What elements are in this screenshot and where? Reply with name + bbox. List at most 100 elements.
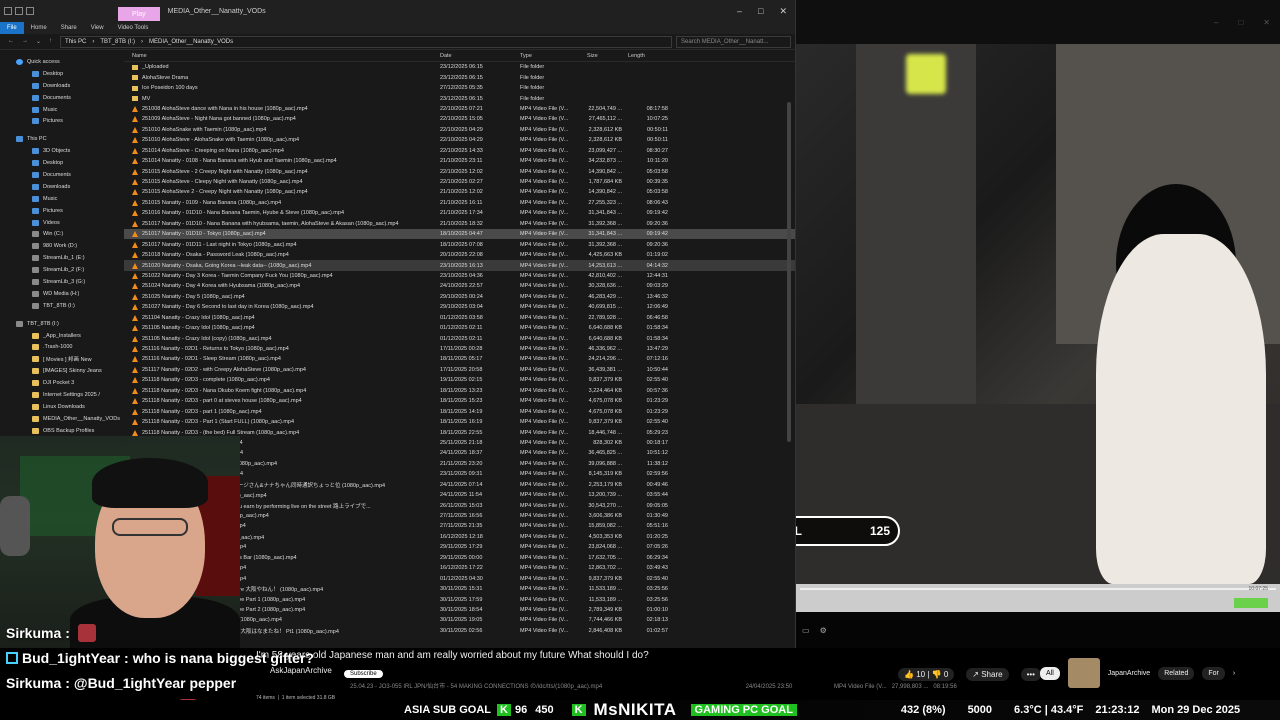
file-row[interactable]: 251116 Nanatty - 02D1 - Returns to Tokyo… [124, 344, 795, 354]
file-row[interactable]: 251017 Nanatty - 01D10 - Tokyo (1080p_aa… [124, 229, 795, 240]
nav-item[interactable]: Documents [0, 169, 124, 181]
file-row[interactable]: 251105 Nanatty - Crazy Idol (1080p_aac).… [124, 323, 795, 333]
file-row[interactable]: 251118 Nanatty - 02D3 - complete (1080p_… [124, 375, 795, 385]
chat-username[interactable]: Bud_1ightYear [22, 650, 120, 666]
breadcrumb-item[interactable]: This PC [65, 39, 86, 45]
nav-item[interactable]: Documents [0, 92, 124, 104]
nav-item[interactable]: Pictures [0, 205, 124, 217]
file-row[interactable]: 251025 Nanatty - Day 5 (1080p_aac).mp4 29… [124, 292, 795, 302]
nav-item[interactable]: .Trash-1000 [0, 341, 124, 353]
file-row[interactable]: 251015 Nanatty - 0109 - Nana Banana (108… [124, 198, 795, 208]
close-icon[interactable]: ✕ [1263, 18, 1270, 27]
nav-item[interactable]: StreamLib_2 (F:) [0, 264, 124, 276]
ribbon-tab-file[interactable]: File [0, 22, 24, 34]
maximize-icon[interactable]: □ [1238, 18, 1243, 27]
channel-thumbnail[interactable] [1067, 658, 1100, 688]
column-name[interactable]: Name [124, 53, 440, 59]
nav-item[interactable]: DJI Pocket 3 [0, 377, 124, 389]
chip-channel[interactable]: JapanArchive [1108, 670, 1150, 677]
forward-arrow-icon[interactable]: → [22, 38, 28, 45]
file-row[interactable]: 251118 Nanatty - 02D3 - Nana Okubo Koem … [124, 386, 795, 396]
file-row[interactable]: 251020 Nanatty - Osaka, Going Korea --le… [124, 260, 795, 271]
file-row[interactable]: 251014 AlohaSteve - Creeping on Nana (10… [124, 146, 795, 156]
nav-item[interactable]: Desktop [0, 157, 124, 169]
ribbon-tab-home[interactable]: Home [24, 22, 54, 34]
nav-item[interactable]: Downloads [0, 80, 124, 92]
nav-item[interactable]: 980 Work (D:) [0, 240, 124, 252]
nav-item[interactable]: [ Movies ] 邦画 New [0, 353, 124, 365]
settings-gear-icon[interactable]: ⚙ [820, 626, 827, 635]
chip-related[interactable]: Related [1158, 666, 1195, 680]
file-row[interactable]: 251010 AlohaSnake with Taemin (1080p_aac… [124, 125, 795, 135]
breadcrumb-item[interactable]: TBT_8TB (I:) [100, 39, 135, 45]
maximize-icon[interactable]: □ [758, 6, 763, 17]
folder-row[interactable]: MV 23/12/2025 06:15 File folder [124, 93, 795, 103]
vertical-scrollbar[interactable] [787, 102, 791, 442]
column-type[interactable]: Type [520, 53, 585, 59]
nav-item[interactable]: TBT_8TB (I:) [0, 318, 124, 330]
file-row[interactable]: 251118 Nanatty - 02D3 - Part 1 (Start FU… [124, 417, 795, 427]
file-row[interactable]: 251015 AlohaSteve - Cleepy Night with Na… [124, 177, 795, 187]
ribbon-tab-video-tools[interactable]: Video Tools [111, 22, 156, 34]
file-row[interactable]: 251017 Nanatty - 01D10 - Nana Banana wit… [124, 219, 795, 229]
folder-row[interactable]: _Uploaded 23/12/2025 06:15 File folder [124, 62, 795, 72]
breadcrumb[interactable]: This PC › TBT_8TB (I:) › MEDIA_Other__Na… [60, 35, 673, 48]
more-button[interactable]: ••• [1020, 668, 1041, 681]
nav-item[interactable]: Pictures [0, 115, 124, 127]
seek-bar[interactable] [796, 584, 1280, 612]
like-button[interactable]: 👍 10 | 👎 0 [898, 668, 955, 681]
nav-item[interactable]: Music [0, 193, 124, 205]
back-arrow-icon[interactable]: ← [8, 38, 14, 45]
file-row[interactable]: 251105 Nanatty - Crazy Idol (copy) (1080… [124, 333, 795, 343]
new-folder-icon[interactable] [26, 7, 34, 15]
chat-username[interactable]: Sirkuma [6, 675, 61, 691]
minimize-icon[interactable]: – [737, 6, 742, 17]
nav-item[interactable]: WD Media (H:) [0, 288, 124, 300]
ribbon-tab-share[interactable]: Share [54, 22, 84, 34]
seek-track[interactable] [800, 588, 1276, 590]
nav-item[interactable]: MEDIA_Other__Nanatty_VODs [0, 413, 124, 425]
file-row[interactable]: 251118 Nanatty - 02D3 - part 1 (1080p_aa… [124, 406, 795, 416]
search-input[interactable]: Search MEDIA_Other__Nanatt... [676, 35, 791, 48]
nav-item[interactable]: Linux Downloads [0, 401, 124, 413]
save-icon[interactable] [15, 7, 23, 15]
chevron-right-icon[interactable]: › [1233, 670, 1235, 677]
breadcrumb-item[interactable]: MEDIA_Other__Nanatty_VODs [149, 39, 233, 45]
ribbon-tab-view[interactable]: View [84, 22, 111, 34]
nav-item[interactable]: StreamLib_1 (E:) [0, 252, 124, 264]
nav-item[interactable]: StreamLib_3 (G:) [0, 276, 124, 288]
nav-item[interactable]: TBT_8TB (I:) [0, 300, 124, 312]
up-arrow-icon[interactable]: ↑ [49, 38, 52, 45]
nav-item[interactable]: 3D Objects [0, 145, 124, 157]
file-row[interactable]: 251027 Nanatty - Day 6 Second to last da… [124, 302, 795, 312]
file-row[interactable]: 251117 Nanatty - 02D2 - with Creepy Aloh… [124, 365, 795, 375]
screen-icon[interactable]: ▭ [802, 626, 810, 635]
volume-meter[interactable] [1234, 598, 1268, 608]
file-row[interactable]: 251009 AlohaSteve - Night Nana got banne… [124, 114, 795, 124]
file-row[interactable]: 251017 Nanatty - 01D11 - Last night in T… [124, 239, 795, 249]
nav-item[interactable]: This PC [0, 133, 124, 145]
nav-item[interactable]: Videos [0, 217, 124, 229]
share-button[interactable]: ↗ Share [966, 668, 1009, 681]
nav-item[interactable]: _App_Installers [0, 330, 124, 342]
video-frame[interactable]: AL 125 [796, 44, 1280, 584]
file-row[interactable]: 251015 AlohaSteve 2 - Creepy Night with … [124, 187, 795, 197]
chip-all[interactable]: All [1040, 666, 1060, 680]
folder-row[interactable]: Ice Poseidon 100 days 27/12/2025 05:35 Fil… [124, 83, 795, 93]
file-row[interactable]: 251010 AlohaSteve - AlohaSnake with Taem… [124, 135, 795, 145]
nav-item[interactable]: Music [0, 104, 124, 116]
file-row[interactable]: 251024 Nanatty - Day 4 Korea with Hyubsa… [124, 281, 795, 291]
nav-item[interactable]: [IMAGES] Skinny Jeans [0, 365, 124, 377]
close-icon[interactable]: ✕ [779, 6, 787, 17]
play-contextual-tab[interactable]: Play [118, 7, 160, 21]
column-length[interactable]: Length [626, 53, 676, 59]
file-row[interactable]: 251022 Nanatty - Day 3 Korea - Taemin Co… [124, 271, 795, 281]
nav-item[interactable]: Downloads [0, 181, 124, 193]
file-row[interactable]: 251018 Nanatty - Osaka - Password Leak (… [124, 250, 795, 260]
minimize-icon[interactable]: – [1214, 18, 1218, 27]
file-row[interactable]: 251118 Nanatty - 02D3 - part 0 at steves… [124, 396, 795, 406]
file-row[interactable]: 251016 Nanatty - 01D10 - Nana Banana Tae… [124, 208, 795, 218]
file-row[interactable]: 251116 Nanatty - 02D1 - Sleep Stream (10… [124, 354, 795, 364]
chip-for[interactable]: For [1202, 666, 1225, 680]
folder-icon[interactable] [4, 7, 12, 15]
